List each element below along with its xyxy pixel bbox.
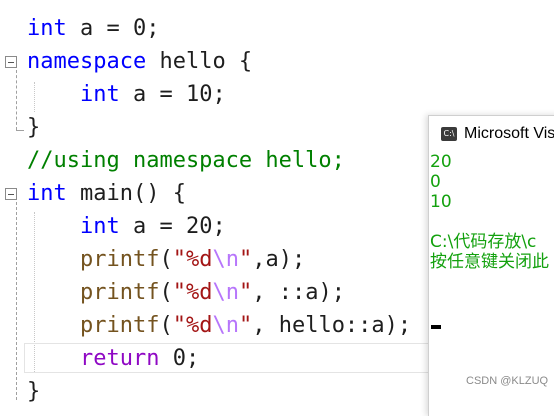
code-token: printf xyxy=(79,280,160,305)
code-token: "%d xyxy=(172,247,213,272)
code-token: ,a); xyxy=(252,247,306,272)
code-token: int xyxy=(79,214,120,239)
code-token: , hello::a); xyxy=(252,313,412,338)
console-titlebar[interactable]: C:\ Microsoft Vis xyxy=(429,116,554,152)
code-line[interactable]: printf("%d\n", ::a); xyxy=(27,278,345,308)
code-token: } xyxy=(27,379,41,404)
code-token: " xyxy=(238,247,253,272)
code-line[interactable]: int a = 20; xyxy=(27,212,226,242)
code-line[interactable]: } xyxy=(27,113,40,143)
console-cursor xyxy=(431,325,441,329)
code-line[interactable]: } xyxy=(27,377,40,407)
code-token: printf xyxy=(79,247,160,272)
console-app-icon: C:\ xyxy=(441,127,457,141)
code-token: namespace xyxy=(27,49,147,74)
collapse-main-icon[interactable] xyxy=(5,188,17,200)
console-line: 按任意键关闭此 xyxy=(430,252,549,272)
collapse-namespace-icon[interactable] xyxy=(5,56,17,68)
console-line: 10 xyxy=(430,192,452,212)
code-token: } xyxy=(27,115,41,140)
code-token: "%d xyxy=(172,280,213,305)
code-line[interactable]: //using namespace hello; xyxy=(27,146,345,176)
code-line[interactable]: printf("%d\n", hello::a); xyxy=(27,311,411,341)
code-token: hello { xyxy=(146,49,253,74)
code-token: \n xyxy=(212,280,239,305)
fold-guide xyxy=(16,202,17,400)
console-window[interactable]: C:\ Microsoft Vis 20 0 10 C:\代码存放\c 按任意键… xyxy=(428,115,554,416)
code-token: int xyxy=(27,181,67,206)
code-token: \n xyxy=(212,313,239,338)
code-token: ( xyxy=(159,313,173,338)
code-token: ( xyxy=(159,247,173,272)
fold-end-tick xyxy=(16,130,24,131)
code-token: return xyxy=(79,346,160,371)
code-token: a = 0; xyxy=(66,16,160,41)
code-line[interactable]: int main() { xyxy=(27,179,186,209)
code-token: a = 10; xyxy=(119,82,226,107)
code-token: \n xyxy=(212,247,239,272)
code-line[interactable]: int a = 10; xyxy=(27,80,226,110)
code-token: int xyxy=(79,82,120,107)
console-line: C:\代码存放\c xyxy=(430,232,537,252)
code-line[interactable]: printf("%d\n",a); xyxy=(27,245,305,275)
code-token: int xyxy=(27,16,67,41)
fold-guide xyxy=(16,70,17,130)
code-token: "%d xyxy=(172,313,213,338)
console-line: 0 xyxy=(430,172,441,192)
watermark: CSDN @KLZUQ xyxy=(466,375,549,387)
code-token: " xyxy=(238,280,253,305)
code-token: ( xyxy=(159,280,173,305)
code-line[interactable]: namespace hello { xyxy=(27,47,252,77)
code-line[interactable]: return 0; xyxy=(27,344,199,374)
code-token: printf xyxy=(79,313,160,338)
code-token: 0; xyxy=(159,346,200,371)
code-token: " xyxy=(238,313,253,338)
code-line[interactable]: int a = 0; xyxy=(27,14,159,44)
console-title: Microsoft Vis xyxy=(464,125,554,142)
console-output[interactable]: 20 0 10 C:\代码存放\c 按任意键关闭此 xyxy=(429,152,554,412)
code-token: //using namespace hello; xyxy=(27,148,345,173)
console-line: 20 xyxy=(430,152,452,172)
code-token: a = 20; xyxy=(119,214,226,239)
code-token: , ::a); xyxy=(252,280,345,305)
code-token: main() { xyxy=(66,181,186,206)
